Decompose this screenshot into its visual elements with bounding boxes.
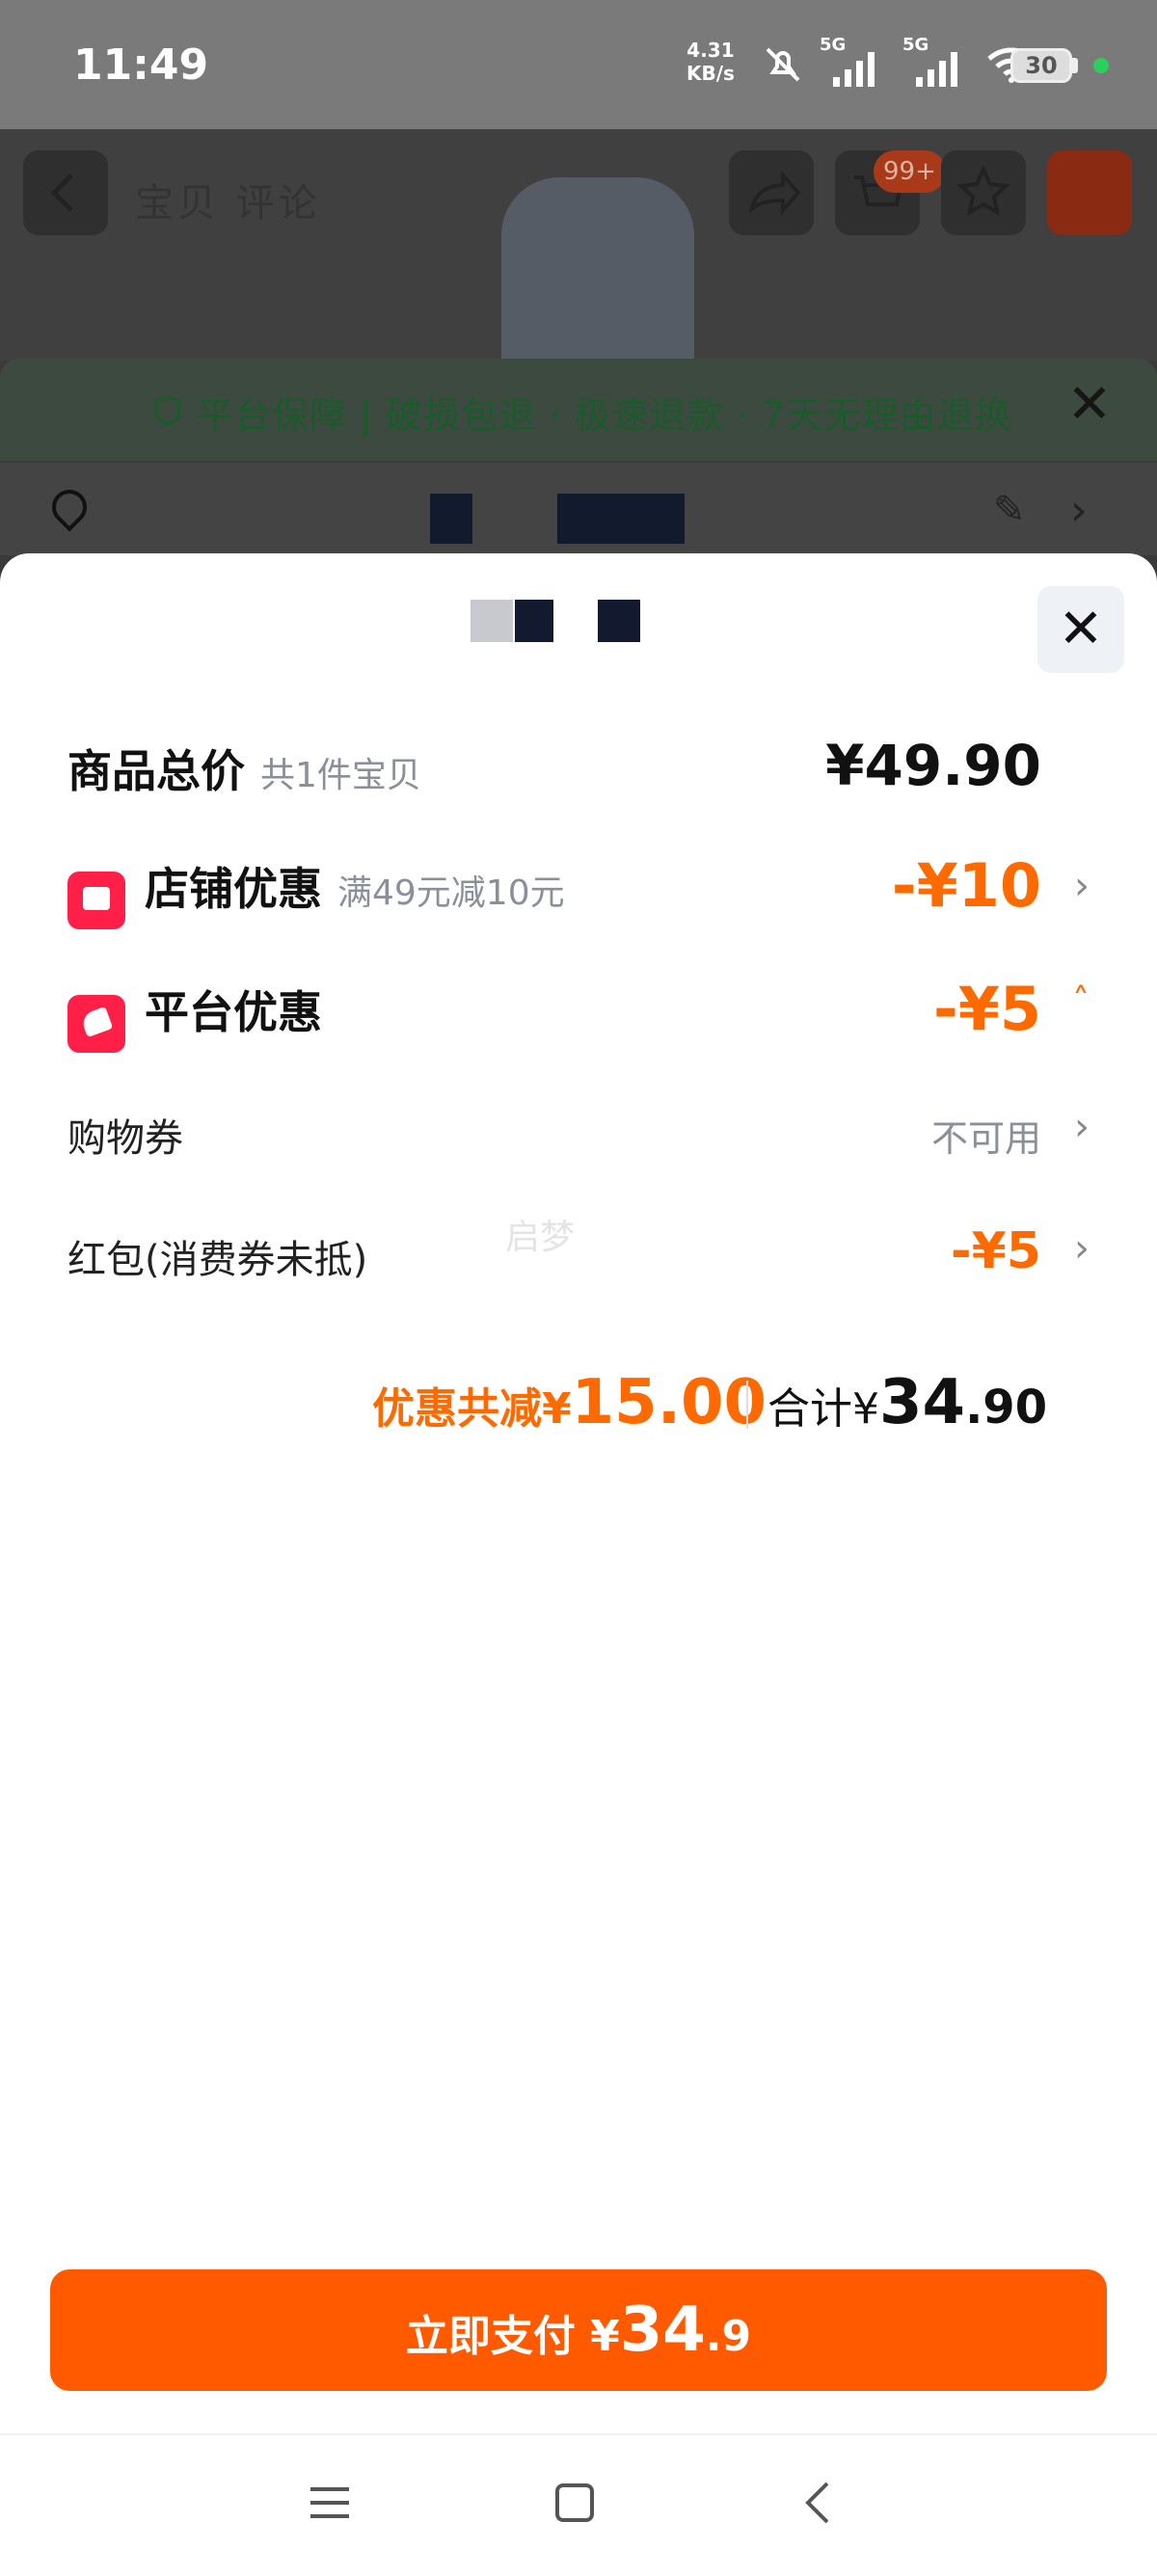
chevron-right-icon: › [1074, 1226, 1090, 1271]
product-header: 宝贝 评论 99+ [0, 129, 1157, 370]
chevron-up-icon: ˄ [1072, 981, 1090, 1021]
address-redacted [430, 494, 472, 544]
pay-now-button[interactable]: 立即支付 ¥34.9 [50, 2269, 1107, 2391]
shopping-coupon-label: 购物券 [67, 1116, 183, 1161]
battery-nub [1072, 58, 1078, 73]
back-button[interactable] [23, 150, 108, 235]
guarantee-text: 平台保障 | 破损包退 · 极速退款 · 7天无理由退换 [197, 394, 1012, 437]
close-icon[interactable]: ✕ [1061, 376, 1118, 434]
red-packet-label: 红包(消费券未抵) [67, 1238, 368, 1282]
status-time: 11:49 [73, 40, 209, 90]
item-count: 共1件宝贝 [260, 756, 421, 795]
product-page-tabs[interactable]: 宝贝 评论 [135, 172, 321, 228]
total-discount-label: 优惠共减¥ [372, 1384, 572, 1434]
system-nav-bar [0, 2433, 1157, 2576]
summary-divider [746, 1381, 748, 1429]
grand-total-decimal: .90 [965, 1381, 1048, 1435]
share-icon [748, 170, 801, 216]
platform-guarantee-banner: 平台保障 | 破损包退 · 极速退款 · 7天无理由退换 ✕ [0, 359, 1157, 461]
chevron-right-icon: › [1074, 864, 1090, 908]
location-pin-icon [44, 482, 94, 532]
platform-discount-value: -¥5 [932, 974, 1041, 1044]
store-discount-rule: 满49元减10元 [337, 873, 565, 913]
signal-2-icon [916, 52, 957, 87]
signal-1: 5G [820, 35, 887, 91]
battery-icon: 30 [1010, 48, 1072, 83]
shopping-coupon-row[interactable]: 购物券 不可用 › [67, 1105, 1090, 1165]
store-discount-label: 店铺优惠 [145, 863, 322, 915]
back-nav-icon[interactable] [791, 2474, 848, 2532]
store-discount-row[interactable]: 店铺优惠 满49元减10元 -¥10 › [67, 850, 1090, 929]
product-image [501, 177, 694, 370]
pay-now-amount-decimal: .9 [705, 2312, 752, 2361]
network-speed-unit: KB/s [686, 62, 735, 85]
red-packet-row[interactable]: 红包(消费券未抵) -¥5 › [67, 1222, 1090, 1286]
tag-icon [67, 994, 125, 1053]
store-icon [67, 871, 125, 929]
store-discount-value: -¥10 [891, 850, 1041, 921]
chevron-right-icon: › [1074, 1105, 1090, 1149]
network-speed: 4.31 KB/s [686, 39, 735, 85]
total-price-row: 商品总价 共1件宝贝 ¥49.90 [67, 733, 1090, 798]
back-icon [50, 174, 73, 212]
platform-discount-row[interactable]: 平台优惠 -¥5 ˄ [67, 974, 1090, 1053]
grand-total: 合计¥34.90 [767, 1367, 1047, 1438]
menu-icon[interactable] [301, 2474, 359, 2532]
signal-1-icon [833, 52, 874, 87]
network-speed-value: 4.31 [686, 39, 735, 62]
address-redacted [557, 494, 685, 544]
red-packet-value: -¥5 [951, 1222, 1041, 1280]
mute-icon [766, 47, 800, 82]
status-bar: 11:49 4.31 KB/s 5G 5G 30 [0, 0, 1157, 129]
sheet-close-button[interactable]: ✕ [1037, 586, 1124, 673]
pay-now-amount-integer: 34 [619, 2294, 706, 2366]
price-summary: 优惠共减¥15.00 合计¥34.90 [0, 1359, 1157, 1438]
watermark: 启梦 [505, 1218, 576, 1257]
edit-icon[interactable]: ✎ [993, 488, 1026, 532]
total-price-label: 商品总价 [67, 745, 245, 797]
total-discount-value: 15.00 [571, 1367, 767, 1438]
grand-total-label: 合计¥ [767, 1384, 879, 1434]
favorite-button[interactable] [941, 150, 1026, 235]
pay-now-label: 立即支付 ¥ [405, 2312, 620, 2361]
signal-2: 5G [902, 35, 970, 91]
message-button[interactable] [1047, 150, 1132, 235]
grand-total-integer: 34 [879, 1367, 966, 1438]
chevron-right-icon: › [1070, 486, 1088, 535]
price-detail-sheet: ✕ 商品总价 共1件宝贝 ¥49.90 店铺优惠 满49元减10元 -¥10 › 平… [0, 553, 1157, 2433]
address-row[interactable]: ✎ › [0, 463, 1157, 555]
total-discount: 优惠共减¥15.00 [372, 1367, 767, 1438]
shopping-coupon-value: 不可用 [930, 1117, 1041, 1160]
home-icon[interactable] [546, 2474, 604, 2532]
cart-count-badge: 99+ [874, 150, 946, 193]
platform-discount-label: 平台优惠 [145, 986, 322, 1038]
sheet-title-redacted [471, 600, 683, 642]
status-icons: 5G 5G [762, 35, 1037, 91]
shield-icon [154, 395, 181, 426]
status-dot [1093, 58, 1109, 73]
share-button[interactable] [729, 150, 814, 235]
total-price-value: ¥49.90 [825, 733, 1041, 798]
star-icon [956, 165, 1010, 216]
